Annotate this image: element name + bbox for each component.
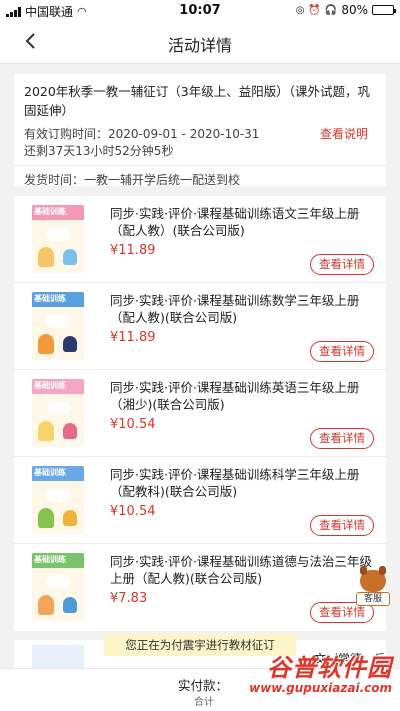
product-price: ¥11.89 [110,330,156,345]
product-name: 同步·实践·评价·课程基础训练英语三年级上册（湘少)(联合公司版) [110,380,360,412]
product-list: 基础训练 同步·实践·评价·课程基础训练语文三年级上册（配人教）(联合公司版) … [14,196,386,631]
activity-title: 2020年秋季一教一辅征订（3年级上、益阳版）（课外试题，巩固延伸） [24,84,371,118]
product-price: ¥10.54 [110,504,156,519]
product-price: ¥11.89 [110,243,156,258]
battery-icon [372,5,396,15]
navigation-bar: 活动详情 [0,20,400,64]
book-cover-image [32,645,84,670]
alarm-icon: ⏰ [308,4,321,16]
book-cover-image: 基础训练 [32,379,84,447]
list-item[interactable]: 基础训练 同步·实践·评价·课程基础训练英语三年级上册（湘少)(联合公司版) ¥… [14,370,386,457]
book-cover-image: 基础训练 [32,292,84,360]
status-right: ◎ ⏰ 🎧 80% [295,3,396,17]
activity-info-card: 2020年秋季一教一辅征订（3年级上、益阳版）（课外试题，巩固延伸） 有效订购时… [14,74,386,187]
book-cover-image: 基础训练 [32,205,84,273]
product-price: ¥10.54 [110,417,156,432]
page-title: 活动详情 [167,36,232,55]
list-item[interactable]: 基础训练 同步·实践·评价·课程基础训练数学三年级上册（配人教)(联合公司版) … [14,283,386,370]
view-instructions-link[interactable]: 查看说明 [320,126,368,142]
divider [14,165,386,166]
view-details-button[interactable]: 查看详情 [310,428,374,449]
order-time: 有效订购时间：2020-09-01 - 2020-10-31 [24,127,260,141]
list-item[interactable]: 基础训练 同步·实践·评价·课程基础训练语文三年级上册（配人教）(联合公司版) … [14,196,386,283]
product-name: 同步·实践·评价·课程基础训练语文三年级上册（配人教）(联合公司版) [110,206,360,238]
ship-time: 发货时间：一教一辅开学后统一配送到校 [24,173,241,187]
book-cover-image: 基础训练 [32,553,84,621]
location-icon: ◎ [295,4,305,16]
product-price: ¥7.83 [110,591,148,606]
status-bar: 中国联通 ◠ 10:07 ◎ ⏰ 🎧 80% [0,0,400,20]
customer-service-icon [360,566,386,592]
customer-service-button[interactable]: 客服 [356,566,390,606]
order-time-row: 有效订购时间：2020-09-01 - 2020-10-31 查看说明 [24,126,376,142]
customer-service-label: 客服 [356,592,390,606]
view-details-button[interactable]: 查看详情 [310,515,374,536]
product-name: 同步·实践·评价·课程基础训练道德与法治三年级上册（配人教)(联合公司版) [110,554,372,586]
watermark: 谷普软件园 www.gupuxiazai.com [220,648,392,695]
battery-percent: 80% [341,3,368,17]
watermark-title: 谷普软件园 [267,654,392,682]
countdown: 还剩37天13小时52分钟5秒 [24,144,174,158]
product-name: 同步·实践·评价·课程基础训练科学三年级上册（配教科)(联合公司版) [110,467,360,499]
book-cover-image: 基础训练 [32,466,84,534]
list-item[interactable]: 基础训练 同步·实践·评价·课程基础训练道德与法治三年级上册（配人教)(联合公司… [14,544,386,631]
view-details-button[interactable]: 查看详情 [310,341,374,362]
total-label: 合计 [194,697,214,708]
product-name: 同步·实践·评价·课程基础训练数学三年级上册（配人教)(联合公司版) [110,293,360,325]
list-item[interactable]: 基础训练 同步·实践·评价·课程基础训练科学三年级上册（配教科)(联合公司版) … [14,457,386,544]
watermark-url: www.gupuxiazai.com [249,681,392,695]
headphones-icon: 🎧 [324,4,338,16]
view-details-button[interactable]: 查看详情 [310,254,374,275]
